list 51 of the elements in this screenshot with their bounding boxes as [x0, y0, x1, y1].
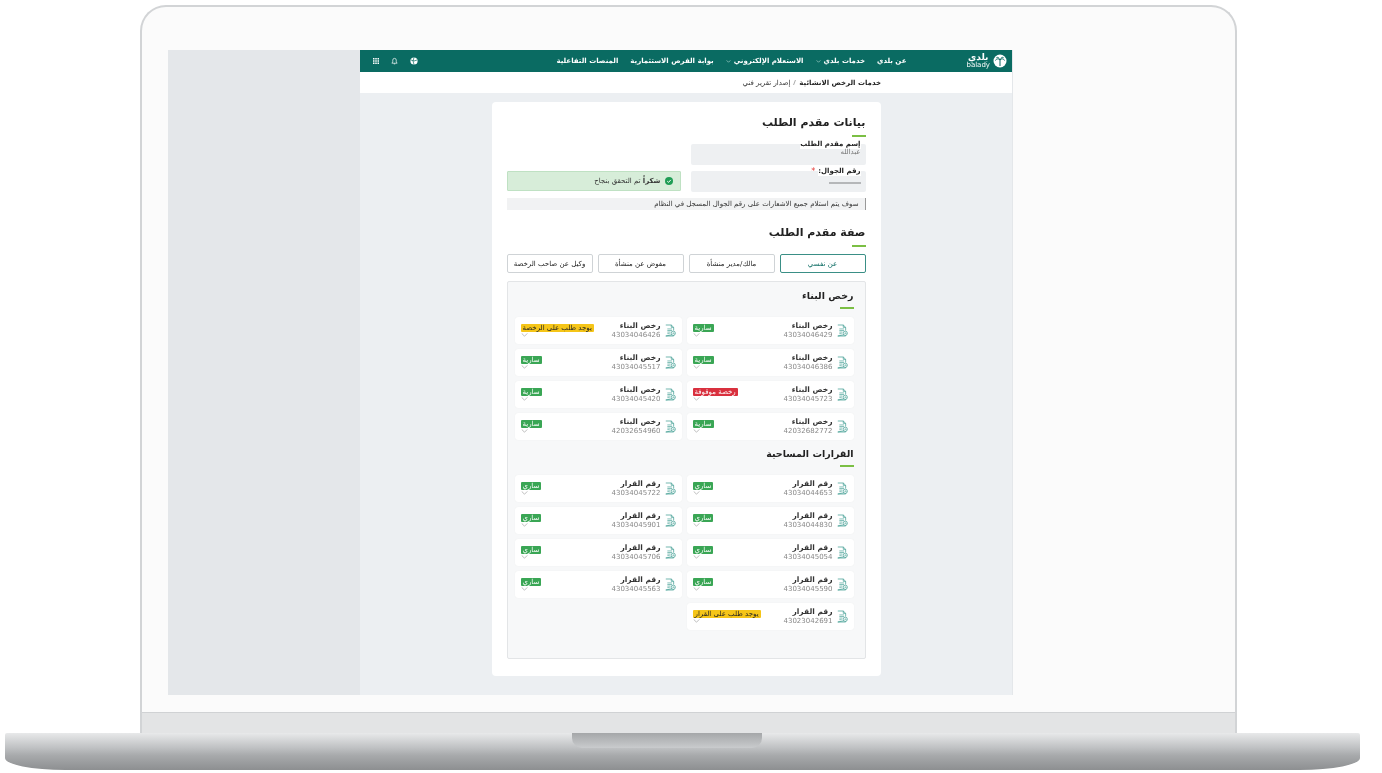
- document-icon: [836, 578, 848, 591]
- caret-icon: [815, 59, 821, 63]
- document-icon: [836, 420, 848, 433]
- section-heading: صفة مقدم الطلب: [767, 226, 866, 240]
- chevron-down-icon[interactable]: [520, 397, 528, 402]
- section-heading: رخص البناء: [800, 290, 854, 302]
- chevron-down-icon[interactable]: [520, 523, 528, 528]
- heading-underline: [851, 245, 866, 247]
- document-icon: [664, 578, 676, 591]
- chevron-down-icon[interactable]: [692, 365, 700, 370]
- chevron-down-icon[interactable]: [520, 429, 528, 434]
- logo-text: بلدي: [967, 53, 989, 62]
- required-mark: *: [811, 168, 816, 177]
- document-icon: [664, 420, 676, 433]
- caret-icon: [725, 59, 731, 63]
- palm-logo-icon: [993, 54, 1007, 68]
- document-icon: [836, 482, 848, 495]
- document-icon: [664, 324, 676, 337]
- document-icon: [664, 514, 676, 527]
- document-icon: [664, 388, 676, 401]
- section-heading: القرارات المساحية: [765, 448, 854, 460]
- chevron-down-icon[interactable]: [520, 587, 528, 592]
- document-icon: [836, 324, 848, 337]
- check-circle-icon: [664, 177, 673, 185]
- chevron-down-icon[interactable]: [520, 491, 528, 496]
- chevron-down-icon[interactable]: [692, 333, 700, 338]
- bell-icon[interactable]: [391, 57, 398, 65]
- heading-underline: [851, 135, 866, 137]
- chevron-down-icon[interactable]: [692, 397, 700, 402]
- globe-icon[interactable]: [410, 57, 418, 65]
- chevron-down-icon[interactable]: [692, 587, 700, 592]
- chevron-down-icon[interactable]: [520, 555, 528, 560]
- document-icon: [664, 356, 676, 369]
- chevron-down-icon[interactable]: [692, 555, 700, 560]
- heading-underline: [839, 465, 854, 467]
- chevron-down-icon[interactable]: [692, 429, 700, 434]
- heading-underline: [839, 307, 854, 309]
- document-icon: [836, 388, 848, 401]
- chevron-down-icon[interactable]: [692, 491, 700, 496]
- document-icon: [836, 356, 848, 369]
- section-heading: بيانات مقدم الطلب: [760, 116, 866, 130]
- document-icon: [664, 482, 676, 495]
- chevron-down-icon[interactable]: [520, 333, 528, 338]
- chevron-down-icon[interactable]: [520, 365, 528, 370]
- document-icon: [664, 546, 676, 559]
- chevron-down-icon[interactable]: [692, 523, 700, 528]
- document-icon: [836, 610, 848, 623]
- document-icon: [836, 514, 848, 527]
- document-icon: [836, 546, 848, 559]
- grid-menu-icon[interactable]: [373, 58, 379, 64]
- chevron-down-icon[interactable]: [692, 619, 700, 624]
